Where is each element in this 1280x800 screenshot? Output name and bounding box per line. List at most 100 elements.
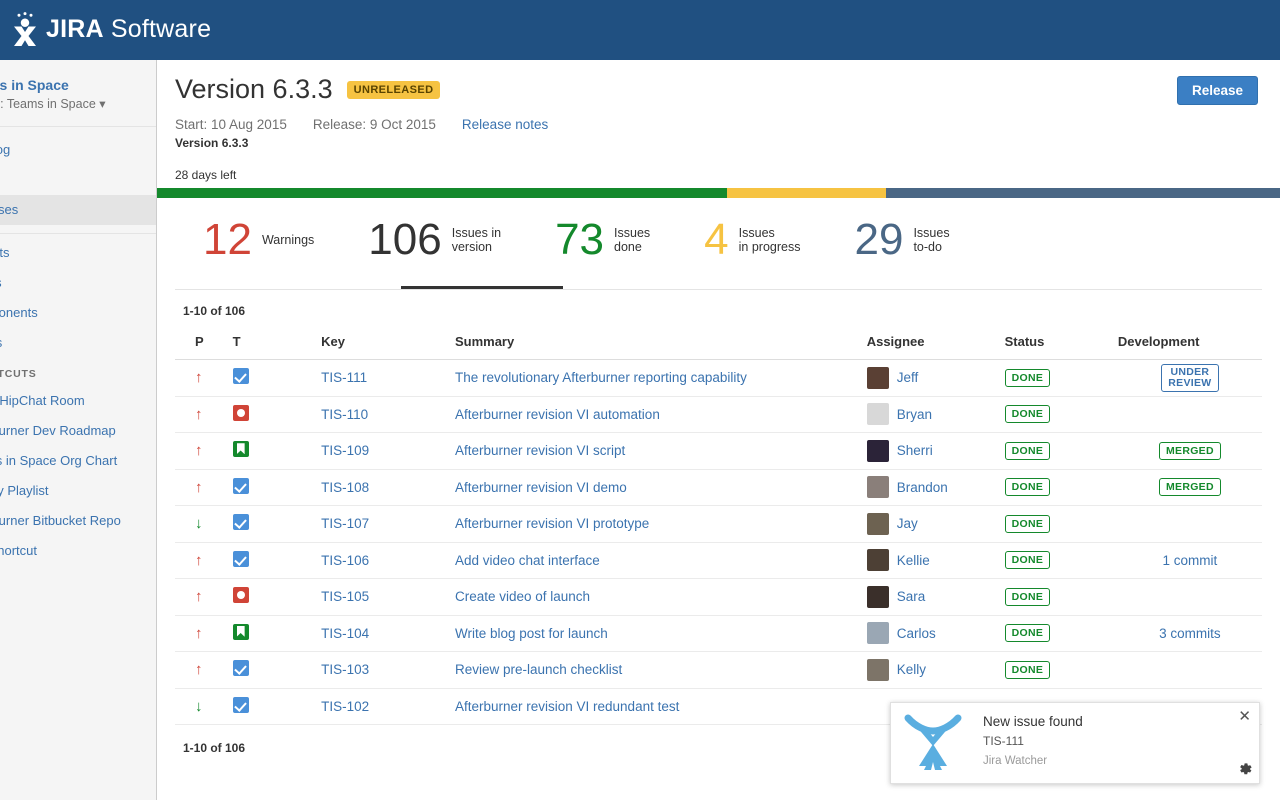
dev-status-badge[interactable]: UNDER REVIEW [1161,363,1219,392]
stat-warnings[interactable]: 12 Warnings [203,218,314,262]
column-header-development[interactable]: Development [1117,328,1262,360]
assignee-name-link[interactable]: Brandon [897,480,948,495]
assignee[interactable]: Jay [866,512,1005,535]
status-badge[interactable]: DONE [1004,405,1051,424]
issue-summary-link[interactable]: Afterburner revision VI automation [455,407,660,422]
assignee[interactable]: Brandon [866,476,1005,499]
dev-commits-link[interactable]: 1 commit [1163,553,1218,568]
stat-issues-done[interactable]: 73 Issues done [555,218,650,262]
sidebar-item-issues[interactable]: Issues [0,268,156,298]
issue-key-link[interactable]: TIS-106 [321,553,369,568]
status-badge[interactable]: DONE [1004,368,1051,387]
sidebar-item-labels[interactable]: Labels [0,328,156,358]
sidebar-shortcut-2[interactable]: Teams in Space Org Chart [0,446,156,476]
status-badge[interactable]: DONE [1004,478,1051,497]
issue-summary-link[interactable]: Add video chat interface [455,553,600,568]
close-icon[interactable]: ✕ [1238,709,1251,724]
column-header-summary[interactable]: Summary [454,328,867,360]
assignee-name-link[interactable]: Sara [897,589,926,604]
notification-toast[interactable]: New issue found TIS-111 Jira Watcher ✕ [890,702,1260,784]
release-button[interactable]: Release [1176,76,1258,105]
status-badge[interactable]: DONE [1004,624,1051,643]
issue-key-link[interactable]: TIS-102 [321,699,369,714]
issue-key-link[interactable]: TIS-107 [321,516,369,531]
dev-status-badge[interactable]: MERGED [1158,478,1221,497]
table-row[interactable]: ↑ TIS-105 Create video of launch Sara DONE [175,578,1262,616]
column-header-type[interactable]: T [232,328,322,360]
assignee[interactable]: Bryan [866,403,1005,426]
sidebar-project-header[interactable]: Teams in Space Scrum: Teams in Space ▾ [0,60,156,127]
issue-key-link[interactable]: TIS-108 [321,480,369,495]
issue-key-link[interactable]: TIS-109 [321,443,369,458]
column-header-key[interactable]: Key [321,328,455,360]
sidebar-item-board[interactable]: Board [0,165,156,195]
table-row[interactable]: ↑ TIS-110 Afterburner revision VI automati… [175,396,1262,433]
column-header-status[interactable]: Status [1004,328,1118,360]
issue-summary-link[interactable]: Afterburner revision VI demo [455,480,627,495]
table-row[interactable]: ↑ TIS-103 Review pre-launch checklist Kelly… [175,651,1262,689]
table-row[interactable]: ↑ TIS-106 Add video chat interface Kellie DO… [175,542,1262,579]
assignee[interactable]: Carlos [866,622,1005,645]
assignee[interactable]: Sherri [866,439,1005,462]
issue-summary-link[interactable]: Write blog post for launch [455,626,608,641]
status-badge[interactable]: DONE [1004,514,1051,533]
issue-key-link[interactable]: TIS-103 [321,662,369,677]
issue-summary-link[interactable]: Create video of launch [455,589,590,604]
column-header-assignee[interactable]: Assignee [866,328,1005,360]
cell-priority: ↑ [175,615,233,652]
assignee-name-link[interactable]: Bryan [897,407,932,422]
status-badge[interactable]: DONE [1004,660,1051,679]
issue-key-link[interactable]: TIS-110 [321,407,368,422]
table-row[interactable]: ↑ TIS-109 Afterburner revision VI script Sh… [175,432,1262,470]
stat-issues-to-do[interactable]: 29 Issues to-do [854,218,949,262]
table-row[interactable]: ↑ TIS-104 Write blog post for launch Carlos… [175,615,1262,652]
assignee-name-link[interactable]: Jay [897,516,918,531]
dev-status-badge[interactable]: MERGED [1158,441,1221,460]
assignee-name-link[interactable]: Carlos [897,626,936,641]
jira-logo[interactable]: JIRA Software [10,12,211,46]
issue-key-link[interactable]: TIS-104 [321,626,369,641]
issue-key-link[interactable]: TIS-111 [321,370,367,385]
assignee[interactable]: Kelly [866,658,1005,681]
issue-key-link[interactable]: TIS-105 [321,589,369,604]
table-row[interactable]: ↓ TIS-107 Afterburner revision VI prototyp… [175,505,1262,543]
assignee-name-link[interactable]: Jeff [897,370,919,385]
sidebar-shortcut-4[interactable]: Afterburner Bitbucket Repo [0,506,156,536]
gear-icon[interactable] [1237,761,1253,777]
sidebar-shortcut-1[interactable]: Afterburner Dev Roadmap [0,416,156,446]
assignee-name-link[interactable]: Kellie [897,553,930,568]
sidebar-project-type[interactable]: Scrum: Teams in Space ▾ [0,94,156,114]
status-badge: UNRELEASED [346,80,441,99]
status-badge[interactable]: DONE [1004,551,1051,570]
issue-summary-link[interactable]: Review pre-launch checklist [455,662,622,677]
status-badge[interactable]: DONE [1004,587,1051,606]
table-row[interactable]: ↑ TIS-108 Afterburner revision VI demo Bran… [175,469,1262,506]
release-notes-link[interactable]: Release notes [462,117,548,132]
sidebar-item-reports[interactable]: Reports [0,238,156,268]
assignee[interactable]: Kellie [866,549,1005,572]
stat-issues-in-progress[interactable]: 4 Issues in progress [704,218,800,262]
cell-priority: ↓ [175,688,233,725]
assignee-name-link[interactable]: Sherri [897,443,933,458]
sidebar-shortcut-3[interactable]: Spotify Playlist [0,476,156,506]
stat-issues-in-version[interactable]: 106 Issues in version [368,218,501,262]
table-row[interactable]: ↑ TIS-111 The revolutionary Afterburner re… [175,359,1262,397]
sidebar-shortcut-5[interactable]: Add shortcut [0,536,156,566]
sidebar-item-releases[interactable]: Releases [0,195,156,225]
assignee-name-link[interactable]: Kelly [897,662,926,677]
stat-label-line1: Warnings [261,233,315,247]
assignee[interactable]: Sara [866,585,1005,608]
assignee[interactable]: Jeff [866,366,1005,389]
issue-summary-link[interactable]: Afterburner revision VI redundant test [455,699,679,714]
issue-summary-link[interactable]: Afterburner revision VI prototype [455,516,649,531]
issue-summary-link[interactable]: Afterburner revision VI script [455,443,625,458]
sidebar-shortcut-0[interactable]: Team HipChat Room [0,386,156,416]
sidebar-item-components[interactable]: Components [0,298,156,328]
issue-summary-link[interactable]: The revolutionary Afterburner reporting … [455,370,747,385]
avatar [866,622,889,645]
dev-commits-link[interactable]: 3 commits [1159,626,1221,641]
sidebar-item-backlog[interactable]: Backlog [0,135,156,165]
status-badge[interactable]: DONE [1004,441,1051,460]
column-header-priority[interactable]: P [175,328,233,360]
cell-key: TIS-111 [321,359,455,397]
